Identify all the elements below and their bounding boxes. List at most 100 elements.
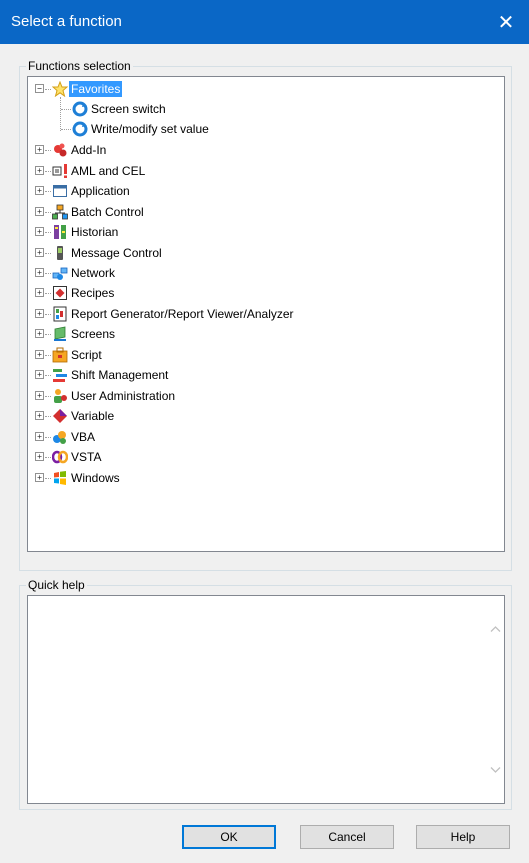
tree-connector: [45, 150, 51, 151]
tree-label-aml-and-cel[interactable]: AML and CEL: [69, 163, 147, 179]
ok-button[interactable]: OK: [182, 825, 276, 849]
window-title: Select a function: [11, 13, 122, 30]
tree-connector: [61, 129, 71, 130]
cancel-button[interactable]: Cancel: [300, 825, 394, 849]
tree-connector: [45, 437, 51, 438]
tree-connector: [45, 334, 51, 335]
screens-icon: [54, 326, 66, 341]
tree-node-shift-management[interactable]: + Shift Management: [28, 365, 498, 385]
tree-label-write-modify-set-value[interactable]: Write/modify set value: [89, 121, 211, 137]
tree-label-screens[interactable]: Screens: [69, 326, 117, 342]
tree-node-vsta[interactable]: + VSTA: [28, 447, 498, 467]
expand-icon[interactable]: +: [35, 473, 44, 482]
expand-icon[interactable]: +: [35, 186, 44, 195]
expand-icon[interactable]: +: [35, 329, 44, 338]
tree-label-vba[interactable]: VBA: [69, 429, 97, 445]
tree-node-script[interactable]: + Script: [28, 345, 498, 365]
expand-icon[interactable]: +: [35, 288, 44, 297]
help-button[interactable]: Help: [416, 825, 510, 849]
variable-icon: [53, 409, 67, 423]
tree-label-report-generator[interactable]: Report Generator/Report Viewer/Analyzer: [69, 306, 296, 322]
vertical-scrollbar[interactable]: [487, 596, 504, 803]
tree-connector: [45, 375, 51, 376]
expand-icon[interactable]: +: [35, 145, 44, 154]
tree-connector: [45, 253, 51, 254]
close-icon[interactable]: ✕: [483, 0, 529, 44]
tree-connector: [45, 314, 51, 315]
expand-icon[interactable]: +: [35, 268, 44, 277]
tree-label-message-control[interactable]: Message Control: [69, 245, 164, 261]
tree-connector: [61, 109, 71, 110]
tree-label-user-administration[interactable]: User Administration: [69, 388, 177, 404]
tree-node-application[interactable]: + Application: [28, 181, 498, 201]
tree-connector: [45, 293, 51, 294]
tree-node-write-modify-set-value[interactable]: Write/modify set value: [28, 119, 498, 139]
functions-tree[interactable]: − Favorites Screen switch Write/modify s…: [27, 76, 505, 552]
tree-label-script[interactable]: Script: [69, 347, 104, 363]
application-icon: [53, 185, 67, 197]
tree-node-favorites[interactable]: − Favorites: [28, 79, 498, 99]
expand-icon[interactable]: +: [35, 166, 44, 175]
tree-label-application[interactable]: Application: [69, 183, 132, 199]
quick-help-textbox[interactable]: [27, 595, 505, 804]
expand-icon[interactable]: +: [35, 452, 44, 461]
tree-connector: [45, 457, 51, 458]
tree-node-vba[interactable]: + VBA: [28, 427, 498, 447]
vsta-icon: [52, 450, 68, 464]
tree-connector: [45, 478, 51, 479]
aml-cel-icon: [52, 164, 67, 178]
expand-icon[interactable]: +: [35, 309, 44, 318]
tree-node-add-in[interactable]: + Add-In: [28, 140, 498, 160]
vba-icon: [53, 431, 66, 444]
tree-label-network[interactable]: Network: [69, 265, 117, 281]
tree-node-message-control[interactable]: + Message Control: [28, 243, 498, 263]
collapse-icon[interactable]: −: [35, 84, 44, 93]
tree-connector: [45, 89, 51, 90]
tree-connector: [45, 416, 51, 417]
tree-node-batch-control[interactable]: + Batch Control: [28, 202, 498, 222]
network-icon: [52, 267, 68, 280]
tree-node-variable[interactable]: + Variable: [28, 406, 498, 426]
expand-icon[interactable]: +: [35, 207, 44, 216]
tree-connector: [45, 212, 51, 213]
tree-node-network[interactable]: + Network: [28, 263, 498, 283]
tree-node-screens[interactable]: + Screens: [28, 324, 498, 344]
tree-label-vsta[interactable]: VSTA: [69, 449, 103, 465]
expand-icon[interactable]: +: [35, 227, 44, 236]
expand-icon[interactable]: +: [35, 370, 44, 379]
tree-label-screen-switch[interactable]: Screen switch: [89, 101, 168, 117]
tree-node-windows[interactable]: + Windows: [28, 468, 498, 488]
tree-connector: [45, 355, 51, 356]
tree-label-windows[interactable]: Windows: [69, 470, 122, 486]
user-admin-icon: [54, 389, 67, 403]
quick-help-legend: Quick help: [26, 578, 87, 592]
recipes-icon: [53, 286, 67, 300]
tree-label-add-in[interactable]: Add-In: [69, 142, 108, 158]
scroll-up-icon[interactable]: [490, 624, 501, 635]
expand-icon[interactable]: +: [35, 350, 44, 359]
expand-icon[interactable]: +: [35, 432, 44, 441]
tree-label-favorites[interactable]: Favorites: [69, 81, 123, 97]
script-icon: [52, 347, 68, 363]
tree-node-user-administration[interactable]: + User Administration: [28, 386, 498, 406]
tree-label-batch-control[interactable]: Batch Control: [69, 204, 146, 220]
tree-node-report-generator[interactable]: + Report Generator/Report Viewer/Analyze…: [28, 304, 498, 324]
tree-label-historian[interactable]: Historian: [69, 224, 120, 240]
tree-node-aml-and-cel[interactable]: + AML and CEL: [28, 161, 498, 181]
star-icon: [52, 81, 68, 97]
tree-label-recipes[interactable]: Recipes: [69, 285, 116, 301]
tree-node-recipes[interactable]: + Recipes: [28, 283, 498, 303]
expand-icon[interactable]: +: [35, 248, 44, 257]
function-icon: [72, 121, 88, 137]
tree-node-historian[interactable]: + Historian: [28, 222, 498, 242]
function-icon: [72, 101, 88, 117]
expand-icon[interactable]: +: [35, 391, 44, 400]
tree-node-screen-switch[interactable]: Screen switch: [28, 99, 498, 119]
functions-selection-legend: Functions selection: [26, 59, 133, 73]
scroll-down-icon[interactable]: [490, 764, 501, 775]
title-bar: Select a function ✕: [0, 0, 529, 44]
expand-icon[interactable]: +: [35, 411, 44, 420]
tree-label-variable[interactable]: Variable: [69, 408, 116, 424]
tree-label-shift-management[interactable]: Shift Management: [69, 367, 170, 383]
quick-help-text: [28, 596, 504, 604]
